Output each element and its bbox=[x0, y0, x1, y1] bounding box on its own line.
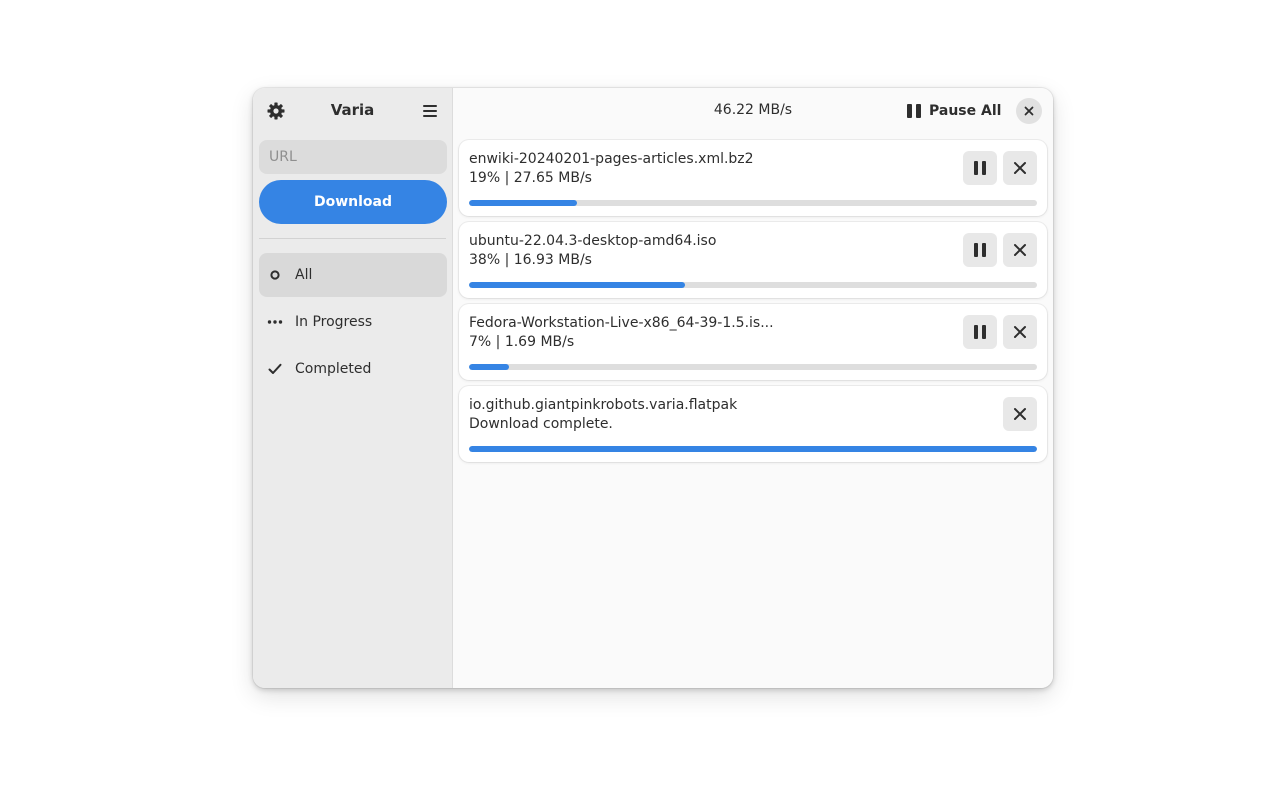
cancel-download-button[interactable] bbox=[1003, 151, 1037, 185]
sidebar-header: Varia bbox=[253, 88, 452, 134]
pause-download-button[interactable] bbox=[963, 315, 997, 349]
app-window: Varia Download All In Progress bbox=[253, 88, 1053, 688]
filter-in-progress[interactable]: In Progress bbox=[259, 300, 447, 344]
download-progress-bar bbox=[469, 200, 1037, 206]
close-icon bbox=[1024, 106, 1034, 116]
pause-icon bbox=[974, 325, 986, 339]
pause-all-button[interactable]: Pause All bbox=[907, 97, 1001, 125]
download-status: 38% | 16.93 MB/s bbox=[469, 252, 592, 268]
download-filename: enwiki-20240201-pages-articles.xml.bz2 bbox=[469, 151, 754, 167]
pause-icon bbox=[907, 104, 921, 118]
pause-download-button[interactable] bbox=[963, 151, 997, 185]
download-filename: ubuntu-22.04.3-desktop-amd64.iso bbox=[469, 233, 717, 249]
download-progress-bar bbox=[469, 282, 1037, 288]
pause-download-button[interactable] bbox=[963, 233, 997, 267]
close-icon bbox=[1014, 326, 1026, 338]
download-status: 19% | 27.65 MB/s bbox=[469, 170, 592, 186]
progress-fill bbox=[469, 200, 577, 206]
close-icon bbox=[1014, 408, 1026, 420]
download-item: ubuntu-22.04.3-desktop-amd64.iso 38% | 1… bbox=[459, 222, 1047, 298]
progress-fill bbox=[469, 364, 509, 370]
downloads-pane: 46.22 MB/s Pause All enwiki-20240201-pag… bbox=[453, 88, 1053, 688]
pause-all-label: Pause All bbox=[929, 103, 1002, 119]
download-progress-bar bbox=[469, 446, 1037, 452]
download-item: io.github.giantpinkrobots.varia.flatpak … bbox=[459, 386, 1047, 462]
filter-completed[interactable]: Completed bbox=[259, 347, 447, 391]
main-menu-icon[interactable] bbox=[420, 101, 440, 121]
filter-label: Completed bbox=[295, 361, 372, 377]
close-icon bbox=[1014, 162, 1026, 174]
checkmark-icon bbox=[265, 363, 285, 375]
cancel-download-button[interactable] bbox=[1003, 315, 1037, 349]
filter-label: All bbox=[295, 267, 313, 283]
filter-label: In Progress bbox=[295, 314, 373, 330]
url-input[interactable] bbox=[259, 140, 447, 174]
cancel-download-button[interactable] bbox=[1003, 233, 1037, 267]
sidebar: Varia Download All In Progress bbox=[253, 88, 453, 688]
filter-all[interactable]: All bbox=[259, 253, 447, 297]
download-status: Download complete. bbox=[469, 416, 613, 432]
pause-icon bbox=[974, 161, 986, 175]
download-filename: Fedora-Workstation-Live-x86_64-39-1.5.is… bbox=[469, 315, 774, 331]
progress-fill bbox=[469, 282, 685, 288]
main-header: 46.22 MB/s Pause All bbox=[453, 88, 1053, 134]
close-icon bbox=[1014, 244, 1026, 256]
progress-fill bbox=[469, 446, 1037, 452]
download-item: enwiki-20240201-pages-articles.xml.bz2 1… bbox=[459, 140, 1047, 216]
window-close-button[interactable] bbox=[1016, 98, 1042, 124]
download-filename: io.github.giantpinkrobots.varia.flatpak bbox=[469, 397, 738, 413]
download-button[interactable]: Download bbox=[259, 180, 447, 224]
ellipsis-icon bbox=[265, 319, 285, 325]
download-status: 7% | 1.69 MB/s bbox=[469, 334, 575, 350]
circle-outline-icon bbox=[265, 269, 285, 281]
sidebar-divider bbox=[259, 238, 446, 239]
download-progress-bar bbox=[469, 364, 1037, 370]
pause-icon bbox=[974, 243, 986, 257]
remove-download-button[interactable] bbox=[1003, 397, 1037, 431]
download-item: Fedora-Workstation-Live-x86_64-39-1.5.is… bbox=[459, 304, 1047, 380]
